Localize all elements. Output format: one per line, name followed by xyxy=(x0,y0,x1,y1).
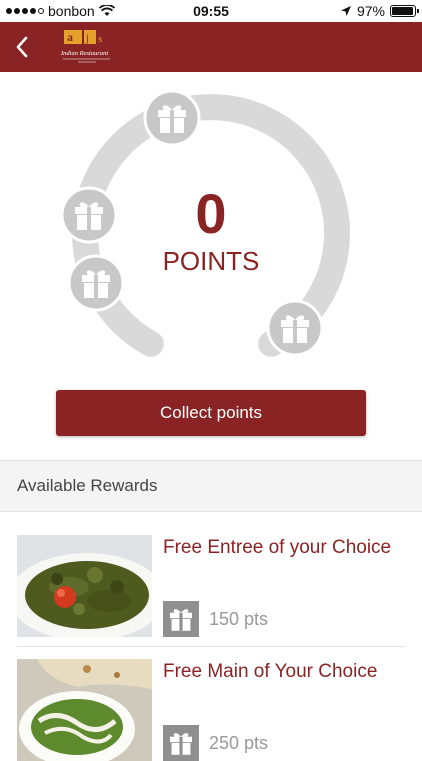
svg-text:a: a xyxy=(67,30,73,44)
points-panel: 0 POINTS Collect points xyxy=(0,72,422,460)
location-arrow-icon xyxy=(340,6,351,16)
collect-points-button[interactable]: Collect points xyxy=(56,390,366,436)
status-bar: bonbon 09:55 97% xyxy=(0,0,422,22)
spinach-curry-photo xyxy=(17,535,152,637)
palak-dish-with-naan-photo xyxy=(17,659,152,761)
reward-points: 250 pts xyxy=(163,725,268,761)
status-right: 97% xyxy=(340,3,419,19)
battery-icon xyxy=(390,5,419,17)
available-rewards-header: Available Rewards xyxy=(0,460,422,512)
reward-title: Free Entree of your Choice xyxy=(163,537,392,558)
gift-marker-right xyxy=(266,299,324,357)
reward-title: Free Main of Your Choice xyxy=(163,661,378,682)
reward-item[interactable]: Free Main of Your Choice 250 pts xyxy=(0,637,422,761)
nav-bar: a j s Indian Restaurant xyxy=(0,22,422,72)
battery-percent: 97% xyxy=(356,3,385,19)
points-value: 0 xyxy=(195,182,227,245)
battery-level xyxy=(392,7,414,15)
gift-icon xyxy=(163,725,199,761)
gift-marker-top xyxy=(143,89,201,147)
reward-points-label: 150 pts xyxy=(209,608,269,629)
points-label: POINTS xyxy=(162,246,260,276)
svg-text:Indian Restaurant: Indian Restaurant xyxy=(60,50,108,57)
chevron-left-icon xyxy=(16,36,28,58)
section-title: Available Rewards xyxy=(17,476,158,495)
gift-icon xyxy=(163,601,199,637)
reward-points: 150 pts xyxy=(163,601,268,637)
reward-points-label: 250 pts xyxy=(209,732,269,753)
restaurant-logo: a j s Indian Restaurant xyxy=(60,30,110,63)
back-button[interactable] xyxy=(8,32,36,62)
svg-text:j: j xyxy=(85,32,89,44)
reward-item[interactable]: Free Entree of your Choice 150 pts xyxy=(0,513,422,637)
svg-text:s: s xyxy=(98,33,102,45)
